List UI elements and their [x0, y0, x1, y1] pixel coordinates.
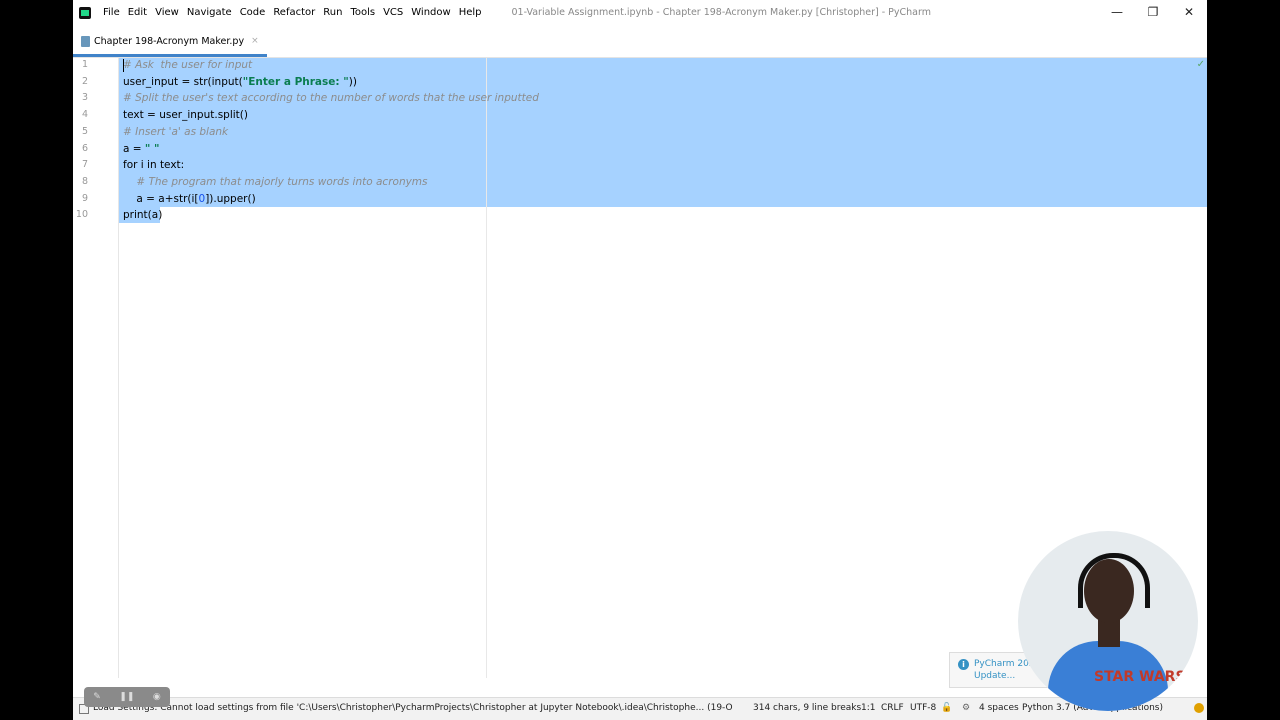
code-line[interactable]: a = " " — [123, 143, 160, 155]
inspector-icon[interactable]: ⚙ — [962, 698, 970, 718]
line-number: 3 — [81, 92, 88, 104]
tab-close-icon[interactable]: × — [251, 36, 259, 46]
indent-setting[interactable]: 4 spaces — [979, 698, 1019, 718]
code-token: user_input = str(input( — [123, 75, 243, 88]
caret-position[interactable]: 1:1 — [861, 698, 875, 718]
string-literal: "Enter a Phrase: " — [242, 75, 349, 88]
line-number: 4 — [81, 109, 88, 121]
window-title: 01-Variable Assignment.ipynb - Chapter 1… — [511, 7, 931, 18]
event-log-warning-icon[interactable] — [1194, 703, 1204, 713]
minimize-button[interactable]: — — [1099, 0, 1135, 25]
text-cursor — [123, 59, 124, 72]
menu-file[interactable]: File — [99, 0, 124, 25]
line-number: 7 — [81, 159, 88, 171]
webcam-overlay: STAR WARS — [1018, 531, 1198, 711]
menu-code[interactable]: Code — [236, 0, 270, 25]
pycharm-logo-icon — [79, 6, 91, 19]
right-margin-guide — [486, 58, 487, 678]
menu-refactor[interactable]: Refactor — [269, 0, 319, 25]
code-comment-line[interactable]: # Ask the user for input — [123, 59, 252, 71]
menu-tools[interactable]: Tools — [346, 0, 379, 25]
close-window-button[interactable]: ✕ — [1171, 0, 1207, 25]
char-count: 314 chars, 9 line breaks — [753, 703, 862, 713]
comment-text: # Ask the user for input — [123, 59, 253, 71]
code-comment-line[interactable]: # Split the user's text according to the… — [123, 92, 539, 104]
line-number: 6 — [81, 142, 88, 154]
status-message[interactable]: Load Settings: Cannot load settings from… — [93, 698, 733, 718]
code-line[interactable]: a = a+str(i[0]).upper() — [123, 192, 256, 205]
code-line[interactable]: print(a) — [123, 209, 162, 221]
code-token: text = user_input.split() — [123, 109, 248, 122]
inspection-ok-icon[interactable]: ✓ — [1197, 59, 1205, 70]
editor-tab-bar: Chapter 198-Acronym Maker.py × — [73, 28, 1207, 58]
line-number: 8 — [81, 175, 88, 187]
menu-bar: File Edit View Navigate Code Refactor Ru… — [99, 0, 486, 25]
headset-icon — [1078, 553, 1150, 608]
menu-view[interactable]: View — [151, 0, 183, 25]
line-number: 1 — [81, 59, 88, 70]
webcam-icon[interactable]: ◉ — [153, 692, 161, 702]
menu-edit[interactable]: Edit — [124, 0, 151, 25]
restore-button[interactable]: ❐ — [1135, 0, 1171, 25]
line-number: 2 — [81, 75, 88, 87]
menu-navigate[interactable]: Navigate — [183, 0, 236, 25]
menu-window[interactable]: Window — [407, 0, 454, 25]
info-icon: i — [958, 659, 969, 670]
code-token: print(a) — [123, 209, 163, 222]
tab-label: Chapter 198-Acronym Maker.py — [94, 35, 245, 47]
menu-help[interactable]: Help — [455, 0, 486, 25]
code-line[interactable]: for i in text: — [123, 159, 184, 171]
comment-text: # Insert 'a' as blank — [123, 125, 229, 138]
comment-text: # Split the user's text according to the… — [123, 92, 539, 105]
code-token: a = — [123, 142, 145, 155]
python-file-icon — [81, 35, 90, 47]
shirt-logo: STAR WARS — [1094, 669, 1186, 685]
menu-vcs[interactable]: VCS — [379, 0, 407, 25]
pause-icon[interactable]: ❚❚ — [119, 692, 134, 702]
file-encoding[interactable]: UTF-8 — [910, 698, 936, 718]
notification-title: PyCharm 202 — [974, 659, 1035, 669]
code-comment-line[interactable]: # The program that majorly turns words i… — [123, 175, 428, 188]
line-separator[interactable]: CRLF — [881, 698, 904, 718]
code-line[interactable]: user_input = str(input("Enter a Phrase: … — [123, 76, 357, 88]
menu-run[interactable]: Run — [319, 0, 346, 25]
string-literal: " " — [144, 142, 160, 155]
annotate-icon[interactable]: ✎ — [93, 692, 101, 702]
update-link[interactable]: Update... — [974, 671, 1015, 681]
code-token: for i in text: — [123, 159, 185, 172]
lock-icon[interactable]: 🔓 — [941, 698, 952, 718]
recording-controls: ✎ ❚❚ ◉ — [84, 687, 170, 707]
line-number: 10 — [75, 209, 88, 221]
status-bar: Load Settings: Cannot load settings from… — [73, 697, 1207, 720]
code-token: ]).upper() — [205, 192, 256, 205]
line-number-gutter: 1 2 3 4 5 6 7 8 9 10 — [73, 58, 119, 678]
line-number: 5 — [81, 125, 88, 137]
title-bar: File Edit View Navigate Code Refactor Ru… — [73, 0, 1207, 25]
code-line[interactable]: text = user_input.split() — [123, 109, 248, 121]
comment-text: # The program that majorly turns words i… — [123, 175, 428, 188]
line-number: 9 — [81, 192, 88, 204]
code-comment-line[interactable]: # Insert 'a' as blank — [123, 126, 228, 138]
tab-acronym-maker[interactable]: Chapter 198-Acronym Maker.py × — [73, 28, 267, 57]
code-token: )) — [348, 75, 357, 88]
code-token: a = a+str(i[ — [123, 192, 199, 205]
